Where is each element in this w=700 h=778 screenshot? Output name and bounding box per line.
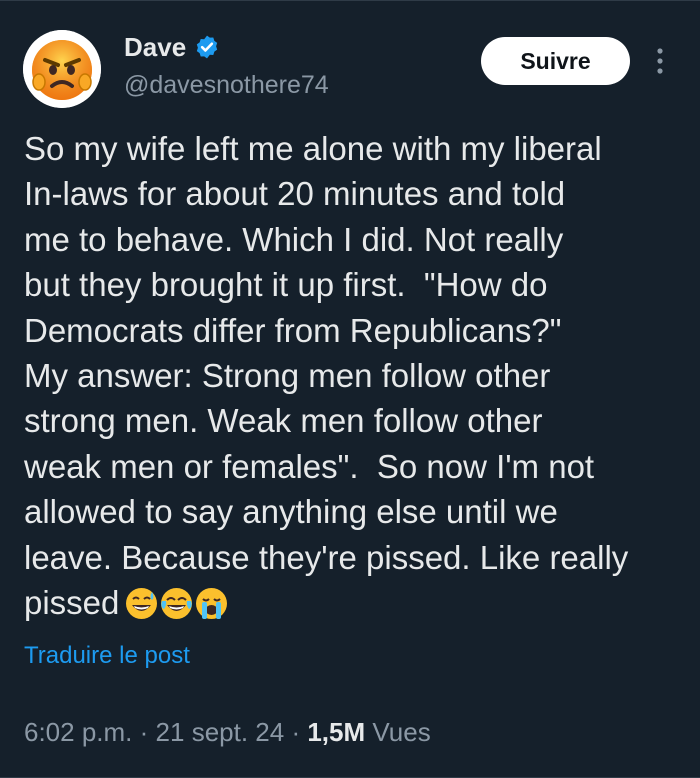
tears-of-joy-emoji-icon [160, 586, 193, 620]
tweet-meta: 6:02 p.m. · 21 sept. 24 · 1,5M Vues [24, 715, 431, 749]
meta-separator: · [139, 717, 149, 747]
display-name[interactable]: Dave [124, 32, 186, 62]
user-handle[interactable]: @davesnothere74 [124, 70, 329, 100]
tweet-date[interactable]: 21 sept. 24 [156, 717, 285, 747]
more-vertical-icon[interactable] [648, 46, 672, 76]
follow-button[interactable]: Suivre [481, 37, 630, 85]
emoji-group [125, 586, 228, 620]
top-divider [0, 0, 700, 1]
user-name-row[interactable]: Dave [124, 32, 220, 62]
tweet-time[interactable]: 6:02 p.m. [24, 717, 132, 747]
avatar[interactable] [23, 30, 101, 108]
verified-badge-icon [196, 35, 218, 59]
crying-emoji-icon [195, 586, 228, 620]
meta-separator: · [291, 717, 301, 747]
tweet-text: So my wife left me alone with my liberal… [24, 130, 629, 622]
tweet-body: So my wife left me alone with my liberal… [24, 126, 684, 625]
views-count: 1,5M [307, 717, 366, 747]
translate-post-link[interactable]: Traduire le post [24, 640, 190, 672]
views-label: Vues [372, 717, 431, 747]
angry-face-emoji-icon [23, 30, 101, 108]
grinning-sweat-emoji-icon [125, 586, 158, 620]
